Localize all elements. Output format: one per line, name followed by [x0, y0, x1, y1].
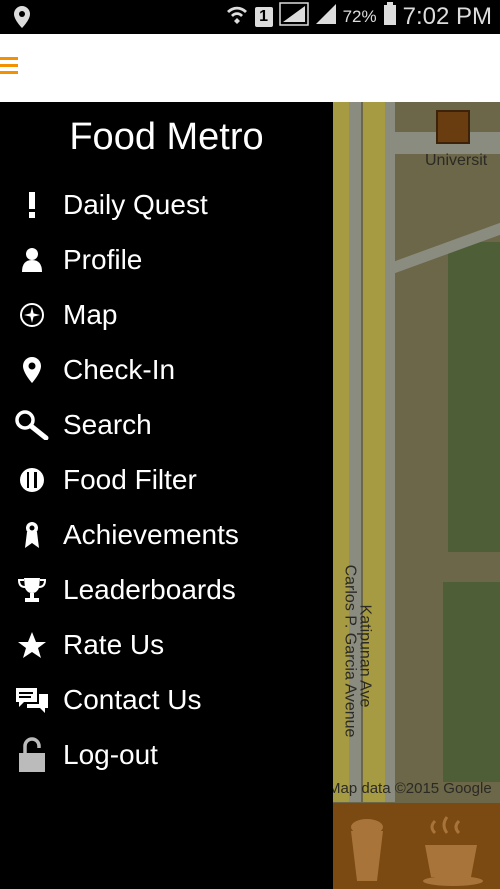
menu-item-map[interactable]: Map	[0, 287, 333, 342]
signal-icon	[278, 1, 309, 33]
sim-badge: 1	[254, 7, 273, 27]
drawer-title: Food Metro	[69, 116, 264, 158]
status-bar: 1 72% 7:02 PM	[0, 0, 500, 34]
lock-icon	[0, 727, 63, 782]
map-bottom-banner	[333, 803, 500, 889]
compass-icon	[0, 287, 63, 342]
wifi-icon	[225, 3, 249, 32]
drawer-menu: Daily Quest Profile Map Check-In Search	[0, 177, 333, 782]
magnifier-icon	[0, 397, 63, 452]
menu-item-label: Rate Us	[63, 628, 165, 660]
menu-item-search[interactable]: Search	[0, 397, 333, 452]
status-right: 1 72% 7:02 PM	[225, 1, 492, 33]
menu-item-label: Food Filter	[63, 463, 197, 495]
menu-item-label: Log-out	[63, 738, 158, 770]
location-status-icon	[12, 5, 32, 34]
street-label-university: Universit	[425, 152, 488, 169]
navigation-drawer: Food Metro Daily Quest Profile Map Check…	[0, 102, 333, 889]
street-label-katipunan: Katipunan Ave	[356, 604, 374, 708]
menu-item-label: Map	[63, 298, 118, 330]
menu-item-leaderboards[interactable]: Leaderboards	[0, 562, 333, 617]
map-view[interactable]: Universit Carlos P. Garcia Avenue Katipu…	[333, 102, 500, 889]
menu-item-label: Achievements	[63, 518, 239, 550]
drink-icon	[347, 813, 387, 888]
menu-icon[interactable]	[0, 57, 20, 77]
menu-item-log-out[interactable]: Log-out	[0, 727, 333, 782]
menu-item-rate-us[interactable]: Rate Us	[0, 617, 333, 672]
menu-item-daily-quest[interactable]: Daily Quest	[0, 177, 333, 232]
location-pin-icon	[0, 342, 63, 397]
fork-knife-icon	[0, 452, 63, 507]
menu-item-label: Profile	[63, 243, 143, 275]
clock: 7:02 PM	[402, 3, 492, 30]
map-marker-icon[interactable]	[436, 110, 470, 144]
menu-item-label: Leaderboards	[63, 573, 236, 605]
battery-icon	[383, 1, 397, 33]
exclamation-icon	[0, 177, 63, 232]
ribbon-icon	[0, 507, 63, 562]
chat-bubbles-icon	[0, 672, 63, 727]
menu-item-achievements[interactable]: Achievements	[0, 507, 333, 562]
menu-item-label: Search	[63, 408, 152, 440]
menu-item-label: Check-In	[63, 353, 176, 385]
person-icon	[0, 232, 63, 287]
trophy-icon	[0, 562, 63, 617]
star-icon	[0, 617, 63, 672]
app-bar	[0, 34, 500, 102]
menu-item-profile[interactable]: Profile	[0, 232, 333, 287]
map-attribution: Map data ©2015 Google	[333, 780, 492, 797]
coffee-cup-icon	[421, 811, 491, 889]
menu-item-contact-us[interactable]: Contact Us	[0, 672, 333, 727]
menu-item-check-in[interactable]: Check-In	[0, 342, 333, 397]
battery-percent: 72%	[342, 7, 377, 26]
menu-item-label: Contact Us	[63, 683, 202, 715]
menu-item-food-filter[interactable]: Food Filter	[0, 452, 333, 507]
menu-item-label: Daily Quest	[63, 188, 208, 220]
signal-icon-2	[315, 3, 337, 32]
